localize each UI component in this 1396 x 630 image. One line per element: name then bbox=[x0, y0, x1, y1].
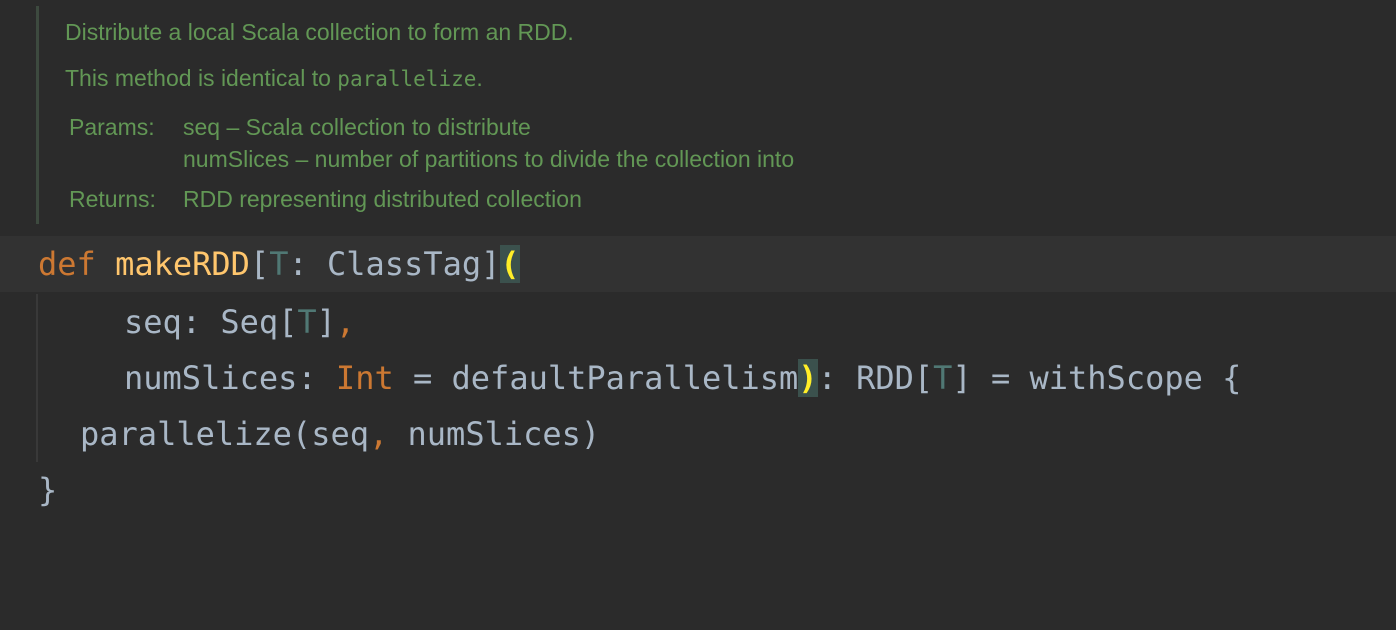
numslices-param: numSlices: bbox=[124, 359, 336, 397]
call-end: numSlices) bbox=[388, 415, 601, 453]
doc-identical-code: parallelize bbox=[337, 67, 477, 91]
bracket-open: [ bbox=[249, 245, 270, 283]
function-name: makeRDD bbox=[115, 245, 250, 283]
code-line-5-text: } bbox=[38, 462, 57, 518]
call-start: parallelize(seq bbox=[80, 415, 369, 453]
doc-identical-note: This method is identical to parallelize. bbox=[65, 65, 483, 92]
doc-summary: Distribute a local Scala collection to f… bbox=[65, 19, 574, 45]
params-label: Params: bbox=[69, 114, 155, 140]
type-param: T bbox=[297, 303, 317, 341]
returns-label: Returns: bbox=[69, 186, 156, 212]
code-line-1[interactable]: def makeRDD[T: ClassTag]( bbox=[0, 236, 1396, 292]
seq-declaration: seq: Seq[ bbox=[124, 303, 298, 341]
type-param: T bbox=[933, 359, 953, 397]
return-type-prefix: : RDD[ bbox=[817, 359, 934, 397]
type-param: T bbox=[269, 245, 289, 283]
rendered-doc-comment: Distribute a local Scala collection to f… bbox=[36, 6, 1339, 224]
classtag-bound: : ClassTag] bbox=[288, 245, 501, 283]
param-numslices: numSlices – number of partitions to divi… bbox=[183, 146, 795, 172]
code-editor[interactable]: Distribute a local Scala collection to f… bbox=[0, 0, 1396, 526]
comma: , bbox=[335, 303, 356, 341]
keyword-def: def bbox=[38, 245, 96, 283]
code-line-2-text: seq: Seq[T], bbox=[124, 294, 355, 350]
default-value: = defaultParallelism bbox=[393, 359, 799, 397]
code-line-4-text: parallelize(seq, numSlices) bbox=[80, 406, 600, 462]
code-line-2[interactable]: seq: Seq[T], bbox=[0, 294, 1396, 350]
returns-value: RDD representing distributed collection bbox=[183, 186, 582, 212]
doc-identical-suffix: . bbox=[476, 65, 483, 91]
comma: , bbox=[368, 415, 389, 453]
return-type-suffix: ] = withScope { bbox=[952, 359, 1242, 397]
param-seq: seq – Scala collection to distribute bbox=[183, 114, 531, 140]
matched-paren-open: ( bbox=[500, 245, 520, 283]
closing-brace: } bbox=[38, 471, 58, 509]
bracket-close: ] bbox=[316, 303, 336, 341]
code-line-3-text: numSlices: Int = defaultParallelism): RD… bbox=[124, 350, 1241, 406]
code-line-4[interactable]: parallelize(seq, numSlices) bbox=[0, 406, 1396, 462]
matched-paren-close: ) bbox=[798, 359, 818, 397]
doc-identical-prefix: This method is identical to bbox=[65, 65, 338, 91]
code-line-1-text: def makeRDD[T: ClassTag]( bbox=[38, 236, 520, 292]
code-line-3[interactable]: numSlices: Int = defaultParallelism): RD… bbox=[0, 350, 1396, 406]
code-line-5[interactable]: } bbox=[0, 462, 1396, 518]
int-type: Int bbox=[335, 359, 394, 397]
